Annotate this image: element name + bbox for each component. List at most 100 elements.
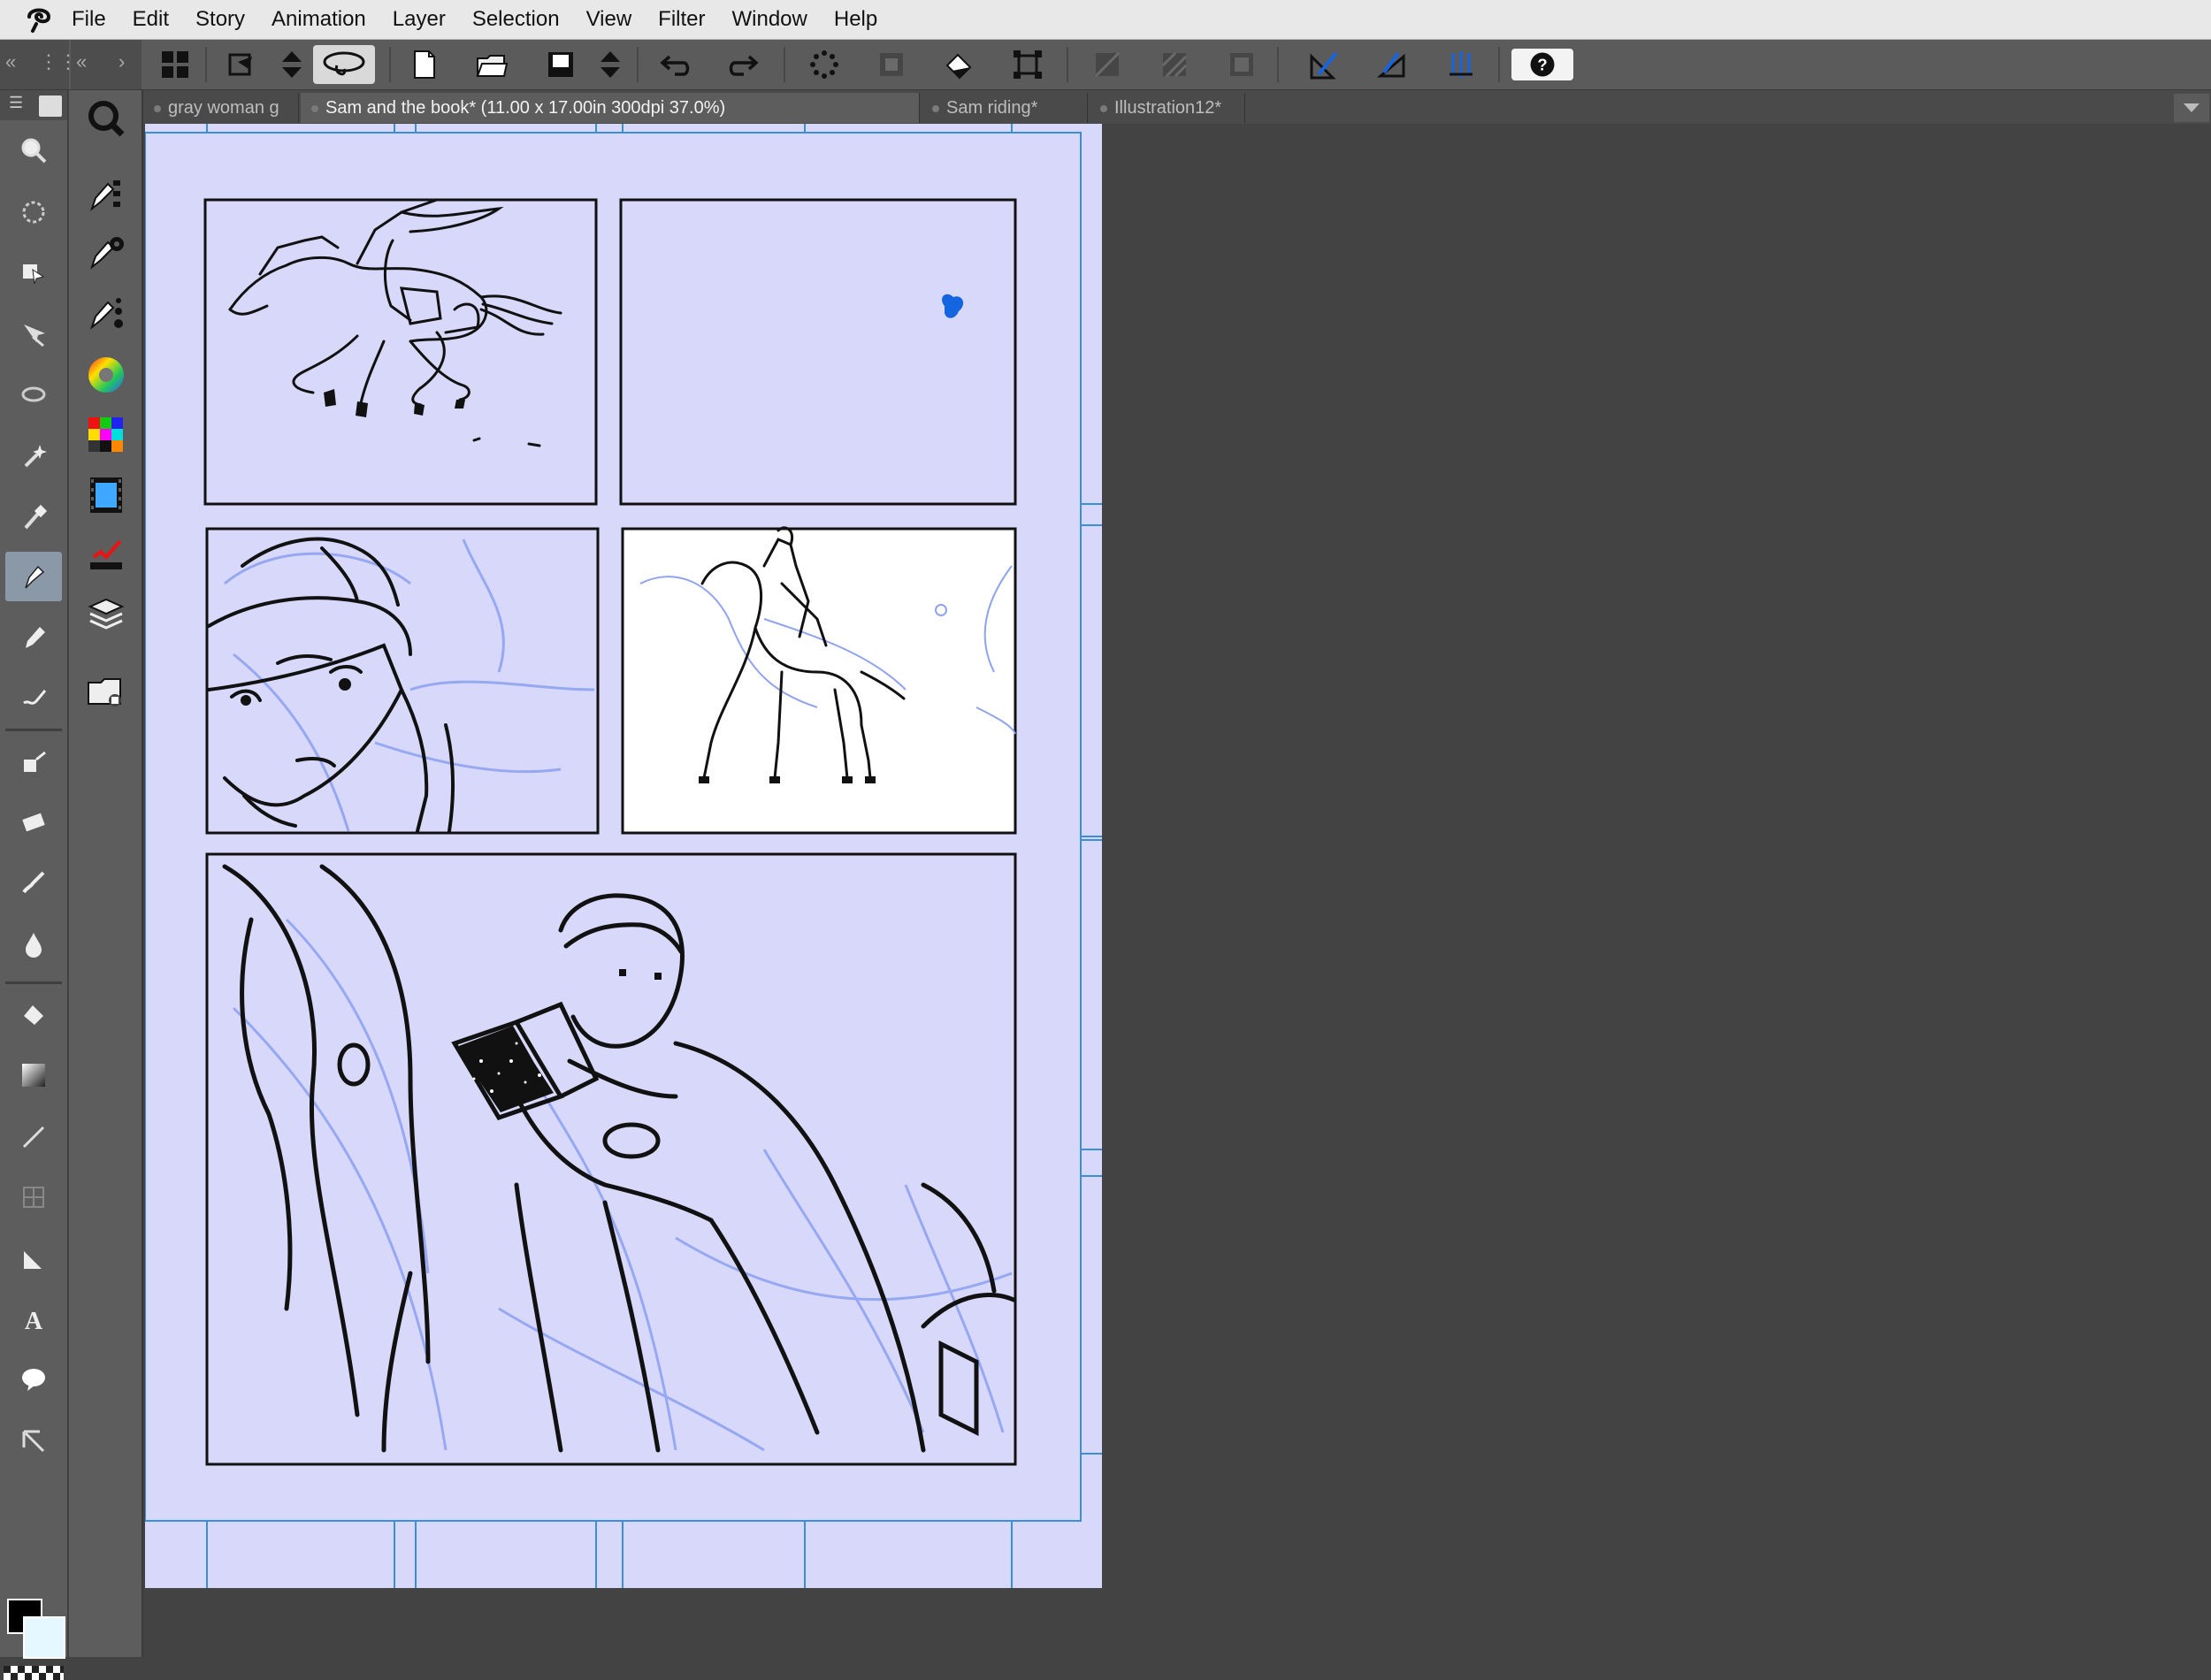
- layer-property-icon[interactable]: [78, 527, 134, 584]
- menu-window[interactable]: Window: [719, 0, 821, 39]
- frame-icon[interactable]: [5, 1172, 62, 1222]
- lock-icon[interactable]: [39, 95, 62, 117]
- invert-selection-icon[interactable]: [872, 45, 911, 84]
- divider: [5, 981, 62, 984]
- menu-story[interactable]: Story: [182, 0, 258, 39]
- new-file-icon[interactable]: [405, 45, 444, 84]
- tab-label: gray woman g: [168, 98, 279, 118]
- palette-collapse-strip: « ⋮⋮: [0, 40, 78, 89]
- save-icon[interactable]: [541, 45, 580, 84]
- grid-view-icon[interactable]: [156, 45, 195, 84]
- color-set-icon[interactable]: [78, 407, 134, 463]
- tab-illustration12[interactable]: Illustration12*: [1090, 93, 1245, 123]
- menu-file[interactable]: File: [58, 0, 119, 39]
- eraser-icon[interactable]: [5, 798, 62, 847]
- tab-modified-dot: [932, 105, 939, 112]
- separator: [389, 47, 391, 82]
- document-tab-bar: gray woman g Sam and the book* (11.00 x …: [143, 90, 2211, 124]
- chevron-right-icon[interactable]: ›: [119, 50, 125, 73]
- move-icon[interactable]: [5, 248, 62, 297]
- lasso-icon[interactable]: [313, 45, 375, 84]
- tab-sam-riding[interactable]: Sam riding*: [922, 93, 1088, 123]
- sub-color-swatch[interactable]: [23, 1616, 65, 1659]
- menu-help[interactable]: Help: [821, 0, 891, 39]
- svg-text:?: ?: [1537, 56, 1547, 74]
- separator: [637, 47, 639, 82]
- transparent-color-swatch[interactable]: [4, 1666, 64, 1680]
- brush-size-icon[interactable]: [78, 285, 134, 341]
- blend-icon[interactable]: [5, 858, 62, 907]
- sub-tool-pen-icon[interactable]: [78, 166, 134, 223]
- menu-view[interactable]: View: [573, 0, 646, 39]
- tab-list-dropdown[interactable]: [2174, 94, 2209, 122]
- tab-modified-dot: [154, 105, 161, 112]
- help-icon[interactable]: ?: [1511, 45, 1574, 84]
- stepper-icon[interactable]: [272, 45, 311, 84]
- perspective-ruler-icon[interactable]: [1373, 45, 1412, 84]
- clip-studio-logo-icon[interactable]: [19, 0, 58, 39]
- gradient-icon[interactable]: [5, 1050, 62, 1100]
- tone-icon[interactable]: [1155, 45, 1194, 84]
- redo-icon[interactable]: [723, 45, 762, 84]
- menu-filter[interactable]: Filter: [645, 0, 718, 39]
- separator: [1067, 47, 1068, 82]
- animation-timeline-icon[interactable]: [78, 467, 134, 523]
- ruler-icon[interactable]: [5, 1234, 62, 1284]
- color-wheel-icon[interactable]: [78, 347, 134, 403]
- pen-icon[interactable]: [5, 552, 62, 601]
- brush-icon[interactable]: [5, 672, 62, 722]
- stepper-icon[interactable]: [591, 45, 630, 84]
- panel-3[interactable]: [205, 527, 600, 835]
- palette-dock: [69, 90, 143, 1657]
- tab-label: Illustration12*: [1114, 98, 1222, 118]
- operation-icon[interactable]: [5, 309, 62, 359]
- deselect-icon[interactable]: [1222, 45, 1261, 84]
- separator: [205, 47, 207, 82]
- clear-icon[interactable]: [1088, 45, 1127, 84]
- tool-property-icon[interactable]: [78, 225, 134, 281]
- ruler-snap-icon[interactable]: [1304, 45, 1343, 84]
- magic-wand-icon[interactable]: [5, 431, 62, 481]
- panel-2[interactable]: [619, 198, 1017, 506]
- search-icon[interactable]: [78, 90, 134, 147]
- menu-animation[interactable]: Animation: [258, 0, 379, 39]
- menu-edit[interactable]: Edit: [119, 0, 182, 39]
- transform-selection-icon[interactable]: [1008, 45, 1047, 84]
- eyedropper-icon[interactable]: [5, 493, 62, 543]
- open-folder-icon[interactable]: [472, 45, 511, 84]
- divider: [5, 729, 62, 731]
- fill-drop-icon[interactable]: [5, 920, 62, 969]
- menu-selection[interactable]: Selection: [459, 0, 573, 39]
- fill-icon[interactable]: [939, 45, 978, 84]
- text-icon[interactable]: A: [5, 1294, 62, 1344]
- tab-sam-and-the-book[interactable]: Sam and the book* (11.00 x 17.00in 300dp…: [301, 93, 920, 123]
- line-icon[interactable]: [5, 1112, 62, 1162]
- zoom-icon[interactable]: [5, 126, 62, 175]
- svg-text:A: A: [25, 1308, 43, 1334]
- rotate-icon[interactable]: [5, 187, 62, 237]
- airbrush-icon[interactable]: [5, 737, 62, 787]
- pencil-icon[interactable]: [5, 612, 62, 661]
- tool-palette: ☰ A: [0, 90, 68, 1680]
- collapse-left-icon[interactable]: «: [76, 50, 87, 73]
- layers-icon[interactable]: [78, 585, 134, 642]
- palette-collapse-strip-2: « ›: [71, 40, 142, 89]
- collapse-left-icon[interactable]: «: [5, 50, 16, 73]
- correct-line-icon[interactable]: [5, 1417, 62, 1466]
- panel-5[interactable]: [205, 852, 1017, 1466]
- tab-gray-woman[interactable]: gray woman g: [143, 93, 299, 123]
- panel-1[interactable]: [203, 198, 598, 506]
- select-all-icon[interactable]: [805, 45, 844, 84]
- undo-icon[interactable]: [656, 45, 695, 84]
- lasso-select-icon[interactable]: [5, 371, 62, 421]
- comic-page-canvas[interactable]: [145, 124, 1102, 1588]
- transform-icon[interactable]: [223, 45, 262, 84]
- balloon-icon[interactable]: [5, 1355, 62, 1404]
- fill-icon[interactable]: [5, 989, 62, 1038]
- material-folder-icon[interactable]: [78, 663, 134, 720]
- snap-special-icon[interactable]: [1442, 45, 1480, 84]
- command-bar: « ⋮⋮ « › ?: [0, 40, 2211, 90]
- panel-4[interactable]: [621, 526, 1017, 835]
- palette-menu-icon[interactable]: ☰: [9, 94, 23, 112]
- menu-layer[interactable]: Layer: [379, 0, 459, 39]
